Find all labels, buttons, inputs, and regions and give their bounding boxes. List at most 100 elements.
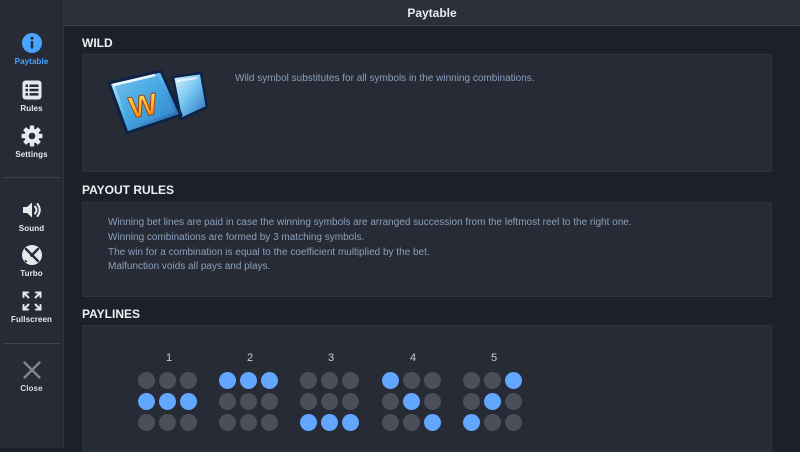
payline-dot (342, 372, 359, 389)
payline-dot (321, 372, 338, 389)
info-icon (21, 33, 42, 53)
payline-dot (219, 393, 236, 410)
wild-description: Wild symbol substitutes for all symbols … (235, 73, 535, 84)
payline-dot (240, 393, 257, 410)
payline-grid (138, 372, 197, 431)
fullscreen-icon (22, 291, 41, 311)
paytable-content[interactable]: WILD W Wild symbol substitutes for all s… (64, 26, 800, 452)
payline-dot (300, 372, 317, 389)
payline-dot-active (219, 372, 236, 389)
payline-dot (463, 393, 480, 410)
payline-dot (219, 414, 236, 431)
payline-3: 3 (300, 352, 362, 431)
sidebar-item-label: Rules (20, 104, 43, 113)
sidebar-item-label: Turbo (20, 269, 43, 278)
payline-dot (505, 393, 522, 410)
payline-dot-active (159, 393, 176, 410)
paylines-panel: 1 2 3 4 5 (82, 325, 772, 452)
payline-grid (219, 372, 278, 431)
sidebar-divider (4, 343, 60, 344)
payline-dot-active (180, 393, 197, 410)
payline-dot (382, 414, 399, 431)
list-icon (22, 80, 41, 100)
payline-dot (424, 372, 441, 389)
sidebar-item-label: Settings (15, 150, 48, 159)
payline-number: 1 (165, 352, 173, 364)
paylines-section-title: PAYLINES (82, 307, 141, 321)
payline-dot-active (138, 393, 155, 410)
payline-dot-active (424, 414, 441, 431)
wild-symbol-image: W (107, 69, 209, 135)
payline-dot-active (463, 414, 480, 431)
payline-grid (463, 372, 522, 431)
payout-rules-panel: Winning bet lines are paid in case the w… (82, 202, 772, 297)
payline-number: 3 (327, 352, 335, 364)
header-bar: Paytable (64, 0, 800, 26)
payline-dot (159, 414, 176, 431)
payline-4: 4 (382, 352, 444, 431)
rule-line: The win for a combination is equal to th… (108, 246, 430, 258)
payline-dot (138, 414, 155, 431)
payline-dot (463, 372, 480, 389)
payline-dot (505, 414, 522, 431)
sidebar-item-label: Paytable (14, 57, 49, 66)
sidebar-item-settings[interactable]: Settings (0, 125, 63, 169)
payout-rules-text: Winning bet lines are paid in case the w… (108, 216, 632, 275)
sidebar-item-sound[interactable]: Sound (0, 199, 63, 243)
payline-number: 4 (409, 352, 417, 364)
rule-line: Malfunction voids all pays and plays. (108, 261, 271, 273)
payline-dot (261, 393, 278, 410)
payline-dot (300, 393, 317, 410)
payline-number: 5 (490, 352, 498, 364)
rule-line: Winning combinations are formed by 3 mat… (108, 231, 365, 243)
payline-dot-active (403, 393, 420, 410)
sidebar-item-label: Fullscreen (10, 315, 52, 324)
payline-dot (484, 372, 501, 389)
payline-dot-active (342, 414, 359, 431)
sidebar-item-paytable[interactable]: Paytable (0, 32, 63, 76)
speaker-icon (22, 202, 41, 218)
payline-5: 5 (463, 352, 525, 431)
payline-dot-active (300, 414, 317, 431)
payline-dot-active (382, 372, 399, 389)
payline-number: 2 (246, 352, 254, 364)
payline-1: 1 (138, 352, 200, 431)
payline-dot (180, 372, 197, 389)
sidebar-divider (4, 177, 60, 178)
rule-line: Winning bet lines are paid in case the w… (108, 217, 632, 228)
payline-dot (484, 414, 501, 431)
sidebar-item-fullscreen[interactable]: Fullscreen (0, 290, 63, 334)
payline-dot (382, 393, 399, 410)
gear-icon (21, 125, 42, 147)
payline-dot-active (505, 372, 522, 389)
sidebar-item-turbo[interactable]: Turbo (0, 244, 63, 288)
payline-dot (342, 393, 359, 410)
payline-dot (180, 414, 197, 431)
wild-panel: W Wild symbol substitutes for all symbol… (82, 54, 772, 172)
payline-dot-active (261, 372, 278, 389)
payline-dot (240, 414, 257, 431)
page-title: Paytable (407, 5, 457, 20)
close-icon (22, 361, 41, 379)
payline-dot (261, 414, 278, 431)
wild-section-title: WILD (82, 36, 113, 50)
payline-grid (382, 372, 441, 431)
payline-dot (321, 393, 338, 410)
payline-dot (403, 372, 420, 389)
payline-dot-active (484, 393, 501, 410)
turbo-icon (21, 245, 42, 265)
payline-2: 2 (219, 352, 281, 431)
sidebar-item-rules[interactable]: Rules (0, 79, 63, 123)
payline-grid (300, 372, 359, 431)
close-button[interactable]: Close (0, 359, 63, 403)
payline-dot (159, 372, 176, 389)
payline-dot (424, 393, 441, 410)
sidebar-item-label: Sound (18, 224, 45, 233)
payline-dot-active (240, 372, 257, 389)
sidebar: Paytable Rules Settings Sound Turbo Full… (0, 0, 64, 448)
payline-dot-active (321, 414, 338, 431)
payout-rules-section-title: PAYOUT RULES (82, 183, 175, 197)
payline-dot (138, 372, 155, 389)
sidebar-item-label: Close (20, 384, 43, 393)
payline-dot (403, 414, 420, 431)
